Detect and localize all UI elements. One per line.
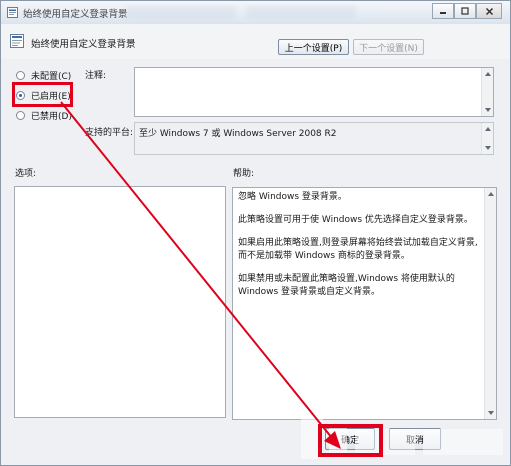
options-label: 选项: [15, 169, 37, 179]
scroll-down-arrow-icon[interactable] [485, 146, 491, 150]
radio-label: 已禁用(D) [31, 111, 72, 122]
annotation-highlight-ok [318, 424, 383, 457]
radio-disabled[interactable]: 已禁用(D) [16, 108, 72, 122]
minimize-button[interactable] [432, 3, 454, 19]
scroll-down-arrow-icon[interactable] [485, 108, 491, 112]
platform-label: 支持的平台: [85, 128, 134, 138]
close-button[interactable] [476, 3, 502, 19]
policy-dialog-window: 始终使用自定义登录背景 始终使用自定义登录背景 上一个设置(P) 下一个设置(N… [0, 0, 511, 466]
supported-platform-field: 至少 Windows 7 或 Windows Server 2008 R2 [134, 122, 494, 155]
help-paragraph: 此策略设置可用于使 Windows 优先选择自定义登录背景。 [238, 215, 473, 225]
policy-icon [7, 7, 18, 18]
help-panel: 忽略 Windows 登录背景。 此策略设置可用于使 Windows 优先选择自… [232, 187, 497, 420]
annotation-highlight-enabled [12, 82, 73, 107]
policy-setting-icon [10, 34, 24, 48]
help-scrollbar[interactable] [484, 188, 496, 419]
blurred-taskbar-item [126, 6, 236, 19]
help-paragraph: 如果启用此策略设置,则登录屏幕将始终尝试加载自定义背景,而不是加载带 Windo… [238, 238, 478, 261]
radio-button[interactable] [16, 70, 25, 80]
help-label: 帮助: [233, 169, 255, 179]
maximize-button[interactable] [454, 3, 476, 19]
radio-not-configured[interactable]: 未配置(C) [16, 68, 71, 82]
help-text: 忽略 Windows 登录背景。 此策略设置可用于使 Windows 优先选择自… [238, 191, 478, 309]
platform-value: 至少 Windows 7 或 Windows Server 2008 R2 [139, 129, 337, 139]
blurred-taskbar-item [246, 6, 356, 19]
help-paragraph: 如果禁用或未配置此策略设置,Windows 将使用默认的 Windows 登录背… [238, 274, 455, 297]
previous-setting-button[interactable]: 上一个设置(P) [278, 39, 349, 55]
setting-header: 始终使用自定义登录背景 [1, 24, 510, 59]
setting-title: 始终使用自定义登录背景 [31, 39, 136, 50]
platform-scrollbar[interactable] [481, 123, 493, 154]
title-bar[interactable]: 始终使用自定义登录背景 [1, 1, 510, 24]
options-panel [14, 186, 226, 418]
comment-label: 注释: [85, 71, 107, 81]
minimize-icon [440, 12, 446, 14]
scroll-up-arrow-icon[interactable] [488, 192, 494, 196]
window-title: 始终使用自定义登录背景 [23, 9, 128, 20]
close-icon [485, 7, 493, 15]
radio-button[interactable] [16, 110, 25, 120]
comment-scrollbar[interactable] [481, 68, 493, 116]
comment-textarea[interactable] [134, 67, 494, 117]
help-paragraph: 忽略 Windows 登录背景。 [238, 192, 347, 202]
scroll-up-arrow-icon[interactable] [485, 72, 491, 76]
next-setting-button[interactable]: 下一个设置(N) [353, 39, 424, 55]
scroll-up-arrow-icon[interactable] [485, 127, 491, 131]
maximize-icon [461, 7, 469, 15]
radio-label: 未配置(C) [31, 71, 72, 82]
